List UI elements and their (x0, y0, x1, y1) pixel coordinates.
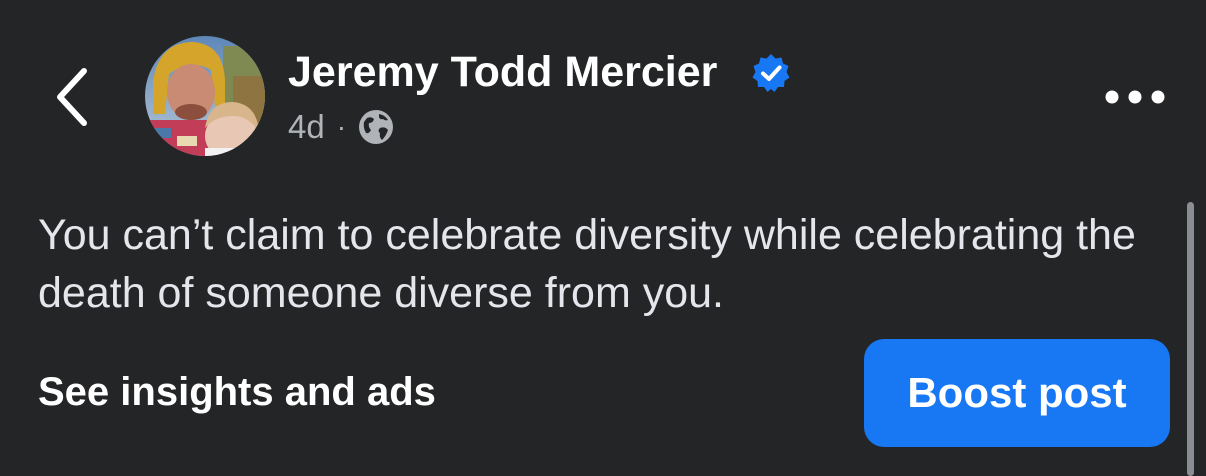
post-text: You can’t claim to celebrate diversity w… (38, 211, 1136, 317)
avatar[interactable] (145, 36, 265, 156)
boost-post-button[interactable]: Boost post (864, 339, 1170, 447)
meta-separator: · (336, 111, 347, 142)
globe-icon[interactable] (358, 109, 394, 145)
avatar-photo (145, 36, 265, 156)
chevron-left-icon (57, 68, 87, 126)
post-meta: 4d · (288, 104, 394, 150)
back-button[interactable] (44, 62, 100, 132)
timestamp: 4d (288, 108, 325, 145)
verified-badge-icon (752, 54, 790, 92)
more-options-button[interactable] (1096, 74, 1174, 120)
scrollbar[interactable] (1187, 202, 1194, 476)
post-screen: Jeremy Todd Mercier 4d · You can’t claim… (0, 0, 1206, 476)
author-name[interactable]: Jeremy Todd Mercier (288, 46, 717, 98)
more-horizontal-icon (1105, 90, 1165, 104)
see-insights-link[interactable]: See insights and ads (38, 366, 436, 418)
